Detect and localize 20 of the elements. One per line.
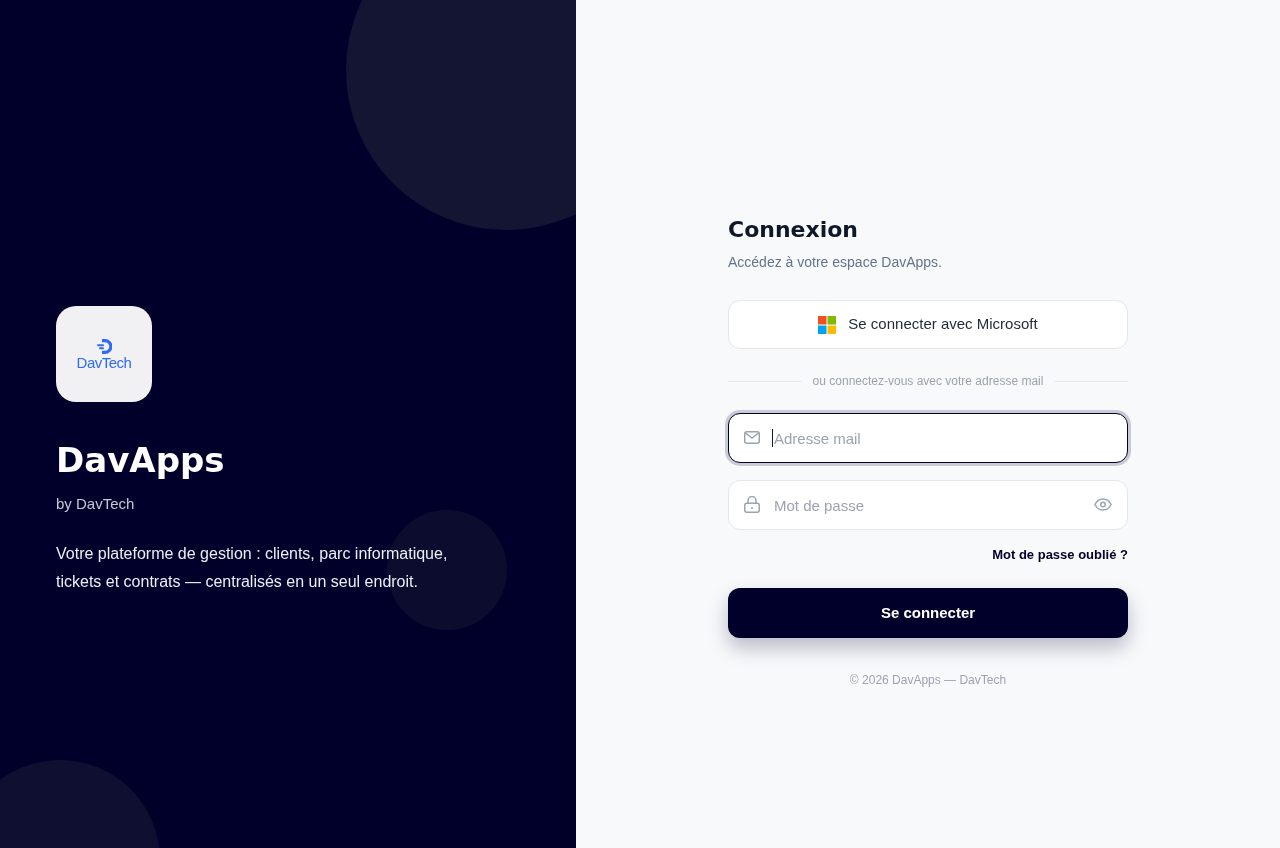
logo-text: DavTech <box>76 354 132 370</box>
eye-icon <box>1094 498 1112 511</box>
app-byline: by DavTech <box>56 494 135 514</box>
text-cursor-icon <box>772 429 773 447</box>
microsoft-sign-in-button[interactable]: Se connecter avec Microsoft <box>728 300 1128 349</box>
app-title: DavApps <box>56 439 225 482</box>
copyright-footer: © 2026 DavApps — DavTech <box>849 672 1007 688</box>
email-field[interactable]: Adresse mail <box>728 413 1128 463</box>
mail-icon <box>744 431 760 444</box>
app-description: Votre plateforme de gestion : clients, parc informatique, tickets et contrats — centralisés en un seul endroit. <box>56 544 449 592</box>
forgot-password-link[interactable]: Mot de passe oublié ? <box>992 545 1128 565</box>
logo-mark-icon <box>96 338 112 354</box>
lock-icon <box>744 496 760 513</box>
sign-in-button[interactable]: Se connecter <box>728 588 1128 638</box>
divider-text: ou connectez-vous avec votre adresse mail <box>812 373 1044 389</box>
password-field[interactable]: Mot de passe <box>728 480 1128 530</box>
login-subtitle: Accédez à votre espace DavApps. <box>728 253 942 272</box>
show-password-button[interactable] <box>1094 498 1112 511</box>
login-title: Connexion <box>728 216 858 244</box>
microsoft-logo-icon <box>818 315 837 334</box>
